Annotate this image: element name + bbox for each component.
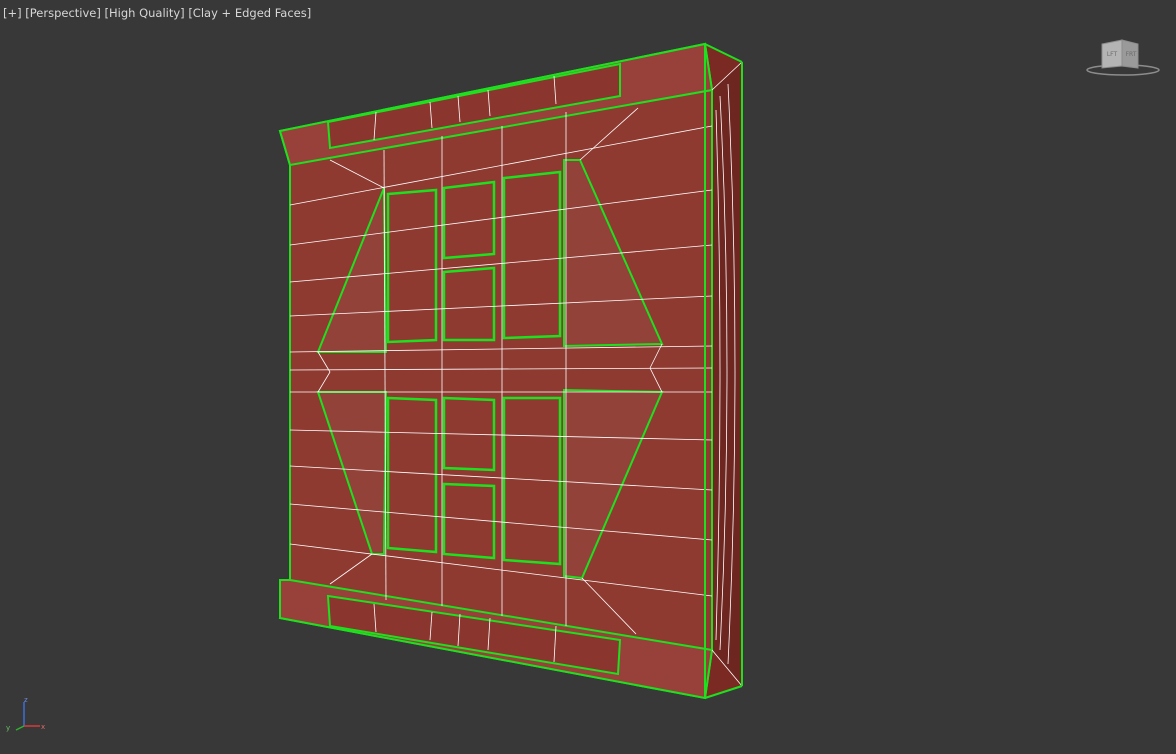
upper-inset-center-top	[442, 180, 496, 260]
axis-tripod-icon: z x y	[6, 696, 45, 732]
viewcube[interactable]: LFT FRT	[1086, 36, 1160, 78]
z-axis-label: z	[24, 696, 28, 704]
x-axis-label: x	[41, 723, 45, 731]
y-axis-line	[15, 725, 25, 731]
upper-inset-center-bottom	[442, 266, 496, 342]
upper-inset-right	[502, 170, 562, 340]
perspective-viewport[interactable]: [+] [Perspective] [High Quality] [Clay +…	[0, 0, 1176, 754]
model-panel-mesh[interactable]	[0, 0, 1176, 754]
y-axis-label: y	[6, 724, 10, 732]
viewcube-left-label: LFT	[1107, 51, 1118, 58]
upper-inset-left	[386, 188, 438, 344]
lower-inset-left	[386, 396, 438, 554]
viewcube-right-label: FRT	[1126, 51, 1137, 58]
